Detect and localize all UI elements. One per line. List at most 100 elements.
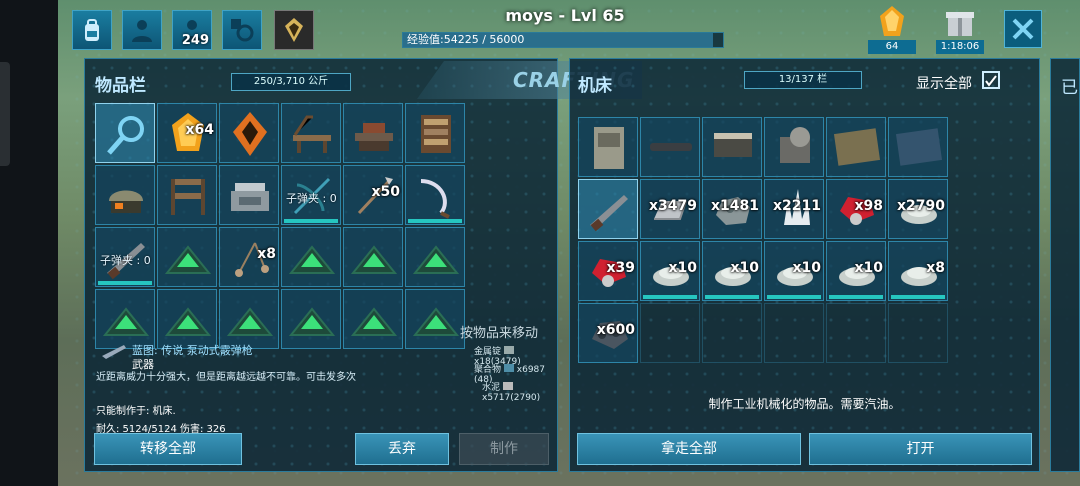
slot-quantity: x50	[371, 184, 400, 200]
magnifier-icon	[107, 116, 144, 155]
inventory-slot[interactable]	[405, 165, 465, 225]
inventory-slot[interactable]: x10	[702, 241, 762, 301]
open-button[interactable]: 打开	[809, 433, 1032, 465]
inventory-slot[interactable]	[343, 103, 403, 163]
character-tab-button[interactable]	[122, 10, 162, 50]
inventory-slot[interactable]	[405, 227, 465, 287]
slot-quantity: x10	[792, 260, 821, 276]
inventory-slot[interactable]: x3479	[640, 179, 700, 239]
fabricator-description: 制作工业机械化的物品。需要汽油。	[708, 397, 901, 411]
inventory-slot[interactable]	[640, 117, 700, 177]
empty-slot[interactable]	[640, 303, 700, 363]
inventory-slot[interactable]: 子弹夹 : 0	[95, 227, 155, 287]
artifact-icon	[233, 112, 267, 156]
element-count: 64	[868, 40, 916, 54]
inventory-slot[interactable]	[219, 165, 279, 225]
inventory-slot[interactable]	[826, 117, 886, 177]
shotgun-blueprint-icon	[102, 345, 126, 359]
inventory-slot[interactable]: x8	[219, 227, 279, 287]
inventory-slot[interactable]: x10	[764, 241, 824, 301]
empty-slot[interactable]	[888, 303, 948, 363]
durability-bar	[767, 295, 821, 299]
inventory-title: 物品栏	[95, 76, 146, 96]
inventory-slot[interactable]: x39	[578, 241, 638, 301]
material-row: 水泥 x5717(2790)	[482, 382, 541, 403]
emblem-icon	[285, 18, 303, 42]
inventory-slot[interactable]	[95, 165, 155, 225]
inventory-slot[interactable]	[95, 103, 155, 163]
inventory-slot[interactable]	[219, 103, 279, 163]
slot-quantity: x1481	[711, 198, 759, 214]
tribe-tab-button[interactable]: 249	[172, 10, 212, 50]
inventory-slot[interactable]: x98	[826, 179, 886, 239]
trap-icon	[226, 307, 274, 336]
take-all-button[interactable]: 拿走全部	[577, 433, 801, 465]
inventory-slot[interactable]	[281, 103, 341, 163]
emblem-button[interactable]	[274, 10, 314, 50]
rod-icon	[650, 143, 692, 151]
side-panel-label: 已	[1061, 78, 1078, 98]
inventory-slot[interactable]: x10	[826, 241, 886, 301]
game-screen: 249 moys - Lvl 65 经验值:54225 / 56000 64 1…	[0, 0, 1080, 486]
trap-icon	[412, 245, 460, 274]
inventory-slot[interactable]: 子弹夹 : 0	[281, 165, 341, 225]
durability-bar	[829, 295, 883, 299]
slot-quantity: x8	[257, 246, 276, 262]
slot-quantity: x2211	[773, 198, 821, 214]
inventory-slot[interactable]: x50	[343, 165, 403, 225]
inventory-slot[interactable]: x64	[157, 103, 217, 163]
left-edge	[0, 0, 58, 486]
craft-station: 只能制作于: 机床.	[96, 406, 176, 417]
inventory-slot[interactable]	[405, 103, 465, 163]
close-button[interactable]	[1004, 10, 1042, 48]
inventory-slot[interactable]	[702, 117, 762, 177]
slot-quantity: x10	[668, 260, 697, 276]
board-icon	[833, 128, 881, 166]
inventory-grid: x64 子弹夹 : 0 x50 子弹夹 : 0 x8	[95, 103, 467, 353]
backpack-icon	[85, 19, 99, 41]
panel-icon	[895, 128, 943, 166]
element-icon	[880, 6, 904, 36]
person-icon	[132, 20, 152, 42]
slot-quantity: x3479	[649, 198, 697, 214]
slot-ammo-label: 子弹夹 : 0	[286, 192, 337, 205]
inventory-slot[interactable]: x2211	[764, 179, 824, 239]
slot-quantity: x600	[596, 322, 635, 338]
inventory-slot[interactable]: x2790	[888, 179, 948, 239]
weight-label: 250/3,710 公斤	[253, 76, 329, 87]
drop-button[interactable]: 丢弃	[355, 433, 449, 465]
empty-slot[interactable]	[702, 303, 762, 363]
trap-icon	[164, 307, 212, 336]
slot-quantity: x10	[854, 260, 883, 276]
inventory-slot[interactable]: x10	[640, 241, 700, 301]
show-all-checkbox[interactable]	[982, 71, 1000, 89]
inventory-slot[interactable]	[157, 227, 217, 287]
box-icon	[714, 133, 752, 157]
cabinet-icon	[594, 127, 624, 169]
inventory-slot[interactable]: x8	[888, 241, 948, 301]
inventory-tab-button[interactable]	[72, 10, 112, 50]
settings-tab-button[interactable]	[222, 10, 262, 50]
inventory-slot[interactable]	[281, 227, 341, 287]
empty-slot[interactable]	[826, 303, 886, 363]
inventory-slot[interactable]	[157, 165, 217, 225]
fabricator-panel: 机床 13/137 栏 显示全部 x3479 x1481 x2211 x98 x2790…	[569, 58, 1040, 472]
durability-bar	[98, 281, 152, 285]
fabricator-title: 机床	[578, 76, 612, 96]
inventory-slot[interactable]	[888, 117, 948, 177]
inventory-slot[interactable]	[764, 117, 824, 177]
durability-bar	[705, 295, 759, 299]
fabricator-grid: x3479 x1481 x2211 x98 x2790 x39 x10 x10 x10 x10 x8…	[578, 117, 950, 377]
xp-bar: 经验值:54225 / 56000	[402, 32, 724, 48]
sickle-icon	[420, 179, 450, 219]
inventory-slot[interactable]: x1481	[702, 179, 762, 239]
craft-button: 制作	[459, 433, 549, 465]
transfer-all-button[interactable]: 转移全部	[94, 433, 242, 465]
inventory-slot[interactable]: x600	[578, 303, 638, 363]
inventory-slot[interactable]	[578, 117, 638, 177]
slot-quantity: x2790	[897, 198, 945, 214]
trap-icon	[288, 307, 336, 336]
empty-slot[interactable]	[764, 303, 824, 363]
inventory-slot[interactable]	[578, 179, 638, 239]
inventory-slot[interactable]	[343, 227, 403, 287]
